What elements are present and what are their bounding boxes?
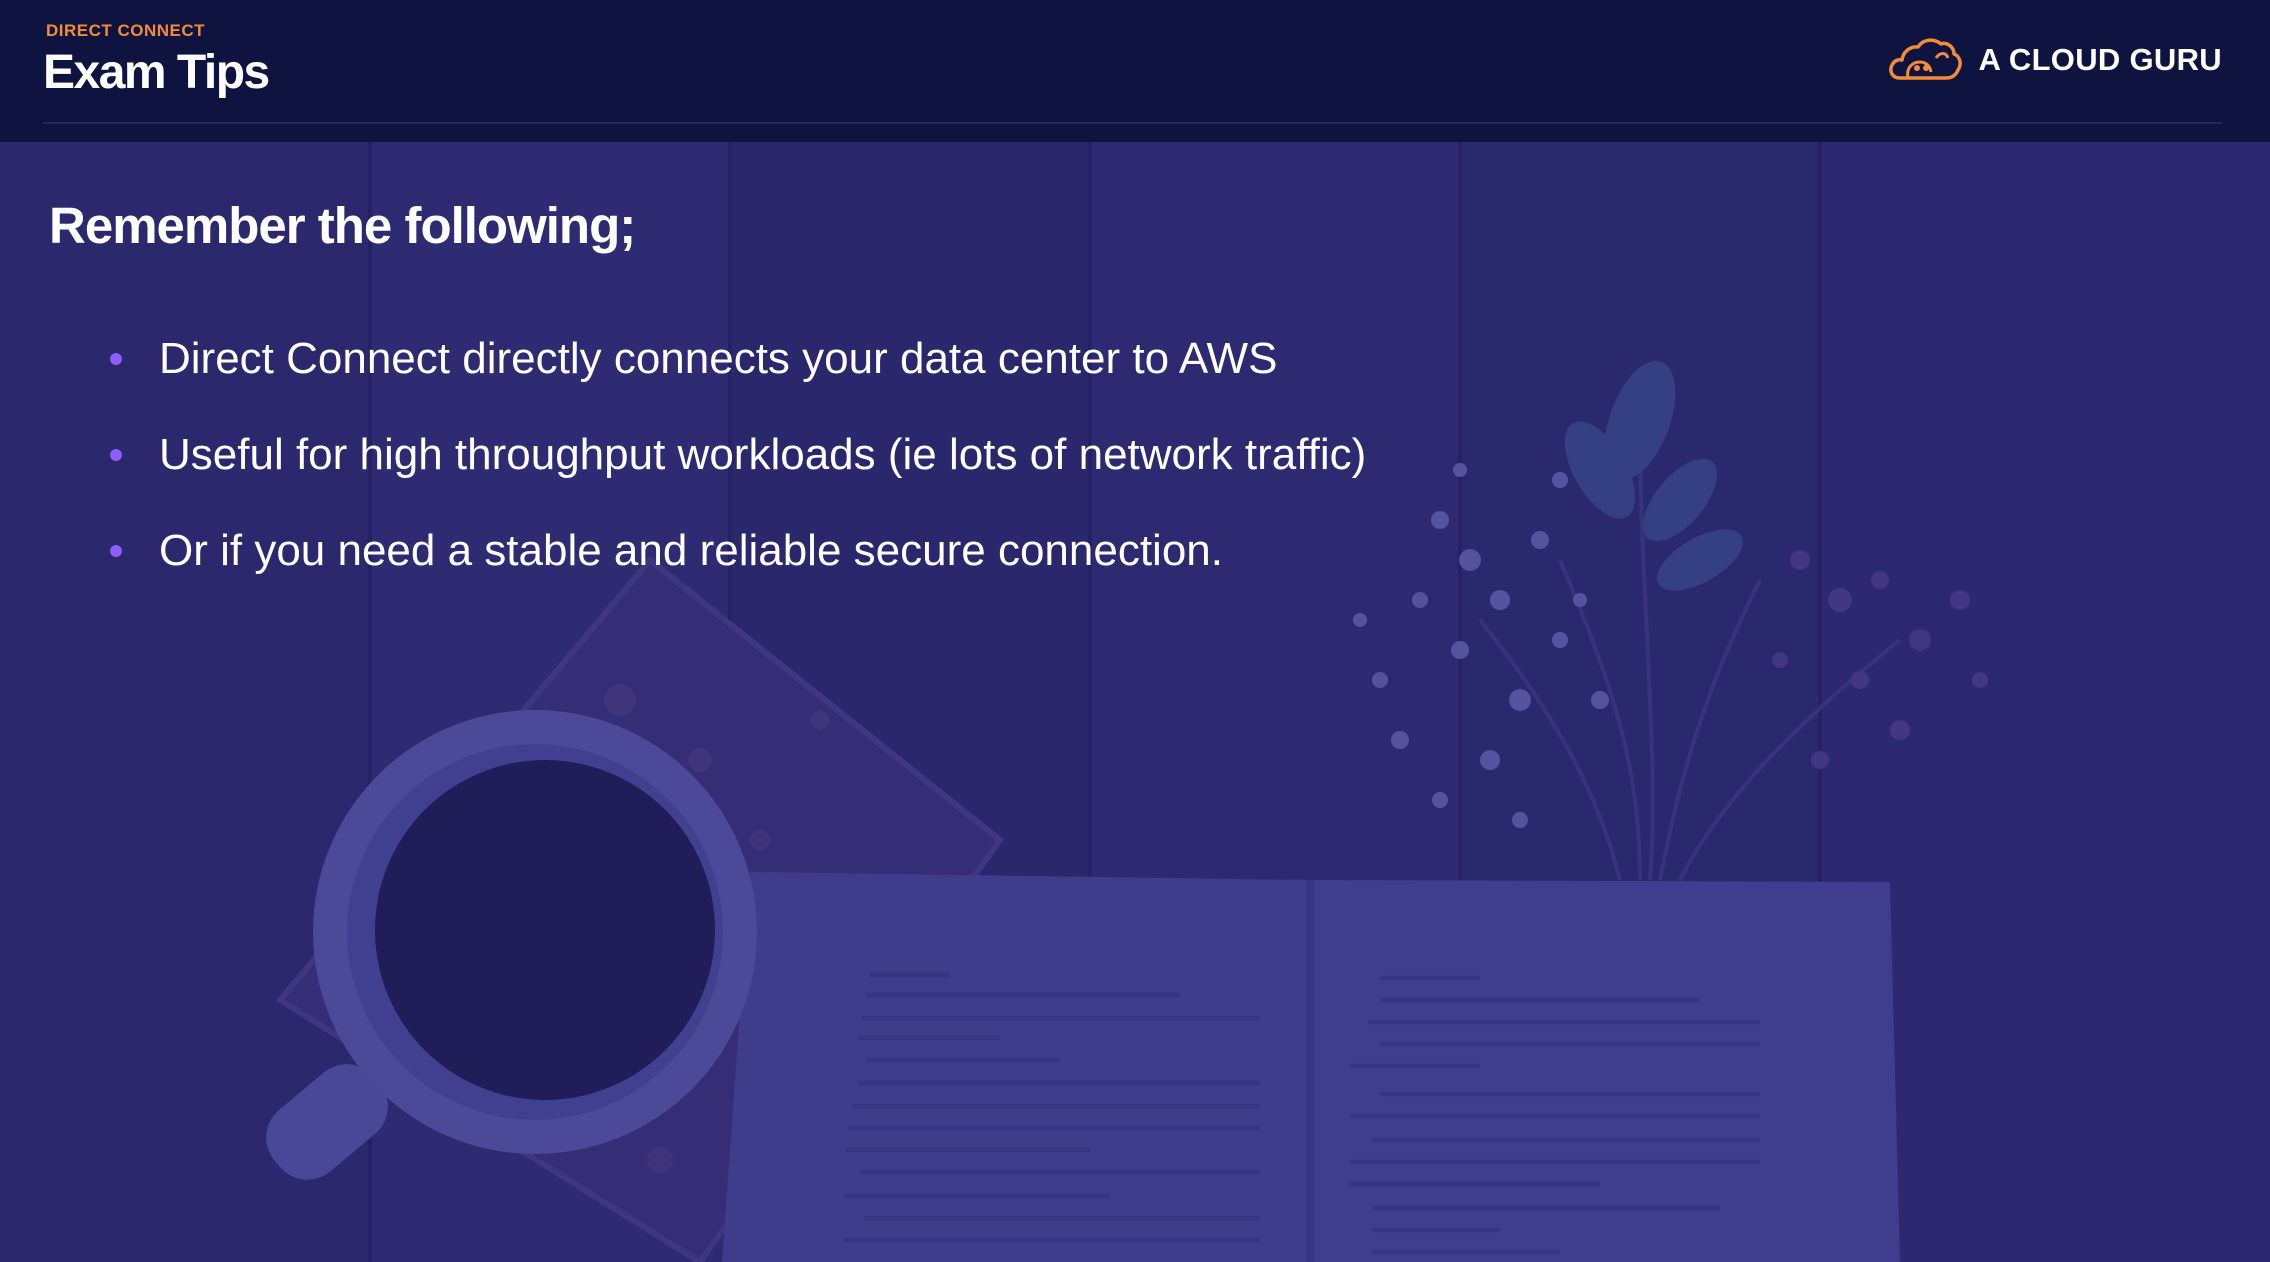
page-title: Exam Tips <box>43 46 270 99</box>
list-item: Useful for high throughput workloads (ie… <box>100 407 1366 503</box>
section-label: DIRECT CONNECT <box>46 21 206 40</box>
list-item: Or if you need a stable and reliable sec… <box>100 503 1366 599</box>
cloud-guru-logo-icon <box>1889 38 1963 80</box>
header-divider <box>43 122 2222 124</box>
bullet-icon <box>110 353 122 365</box>
background-scene <box>0 0 2270 1262</box>
header-bar: DIRECT CONNECT Exam Tips A CLOUD GURU <box>0 0 2270 142</box>
background-photo <box>0 0 2270 1262</box>
bullet-icon <box>110 545 122 557</box>
tip-text: Useful for high throughput workloads (ie… <box>159 430 1367 479</box>
tips-list: Direct Connect directly connects your da… <box>100 311 1366 599</box>
brand: A CLOUD GURU <box>1886 32 2222 88</box>
tip-text: Direct Connect directly connects your da… <box>159 334 1278 383</box>
content-heading: Remember the following; <box>49 197 636 254</box>
brand-name: A CLOUD GURU <box>1978 42 2222 77</box>
list-item: Direct Connect directly connects your da… <box>100 311 1366 407</box>
bullet-icon <box>110 449 122 461</box>
tip-text: Or if you need a stable and reliable sec… <box>159 526 1223 575</box>
